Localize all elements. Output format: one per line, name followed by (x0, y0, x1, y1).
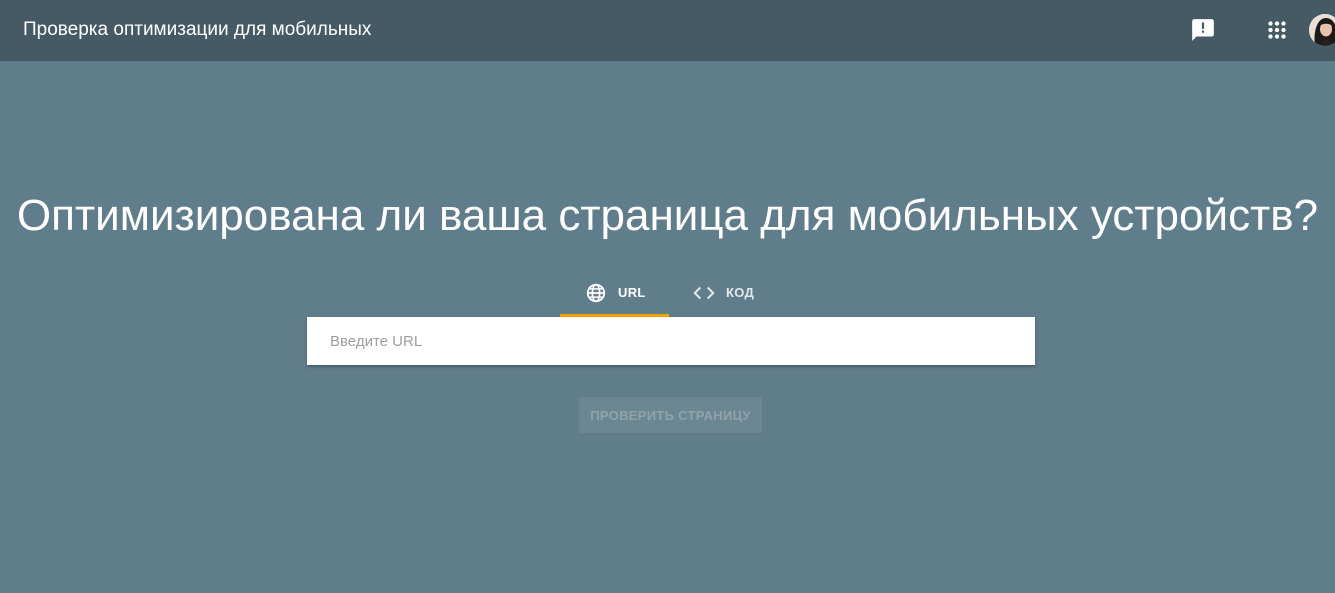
avatar-image (1309, 14, 1335, 46)
globe-icon (586, 283, 606, 303)
tab-url[interactable]: URL (560, 274, 669, 317)
page-headline: Оптимизирована ли ваша страница для моби… (16, 191, 1319, 240)
top-app-bar: Проверка оптимизации для мобильных (0, 0, 1335, 61)
apps-grid-icon (1268, 21, 1286, 39)
tab-url-label: URL (618, 285, 646, 300)
check-page-button[interactable]: ПРОВЕРИТЬ СТРАНИЦУ (579, 397, 762, 433)
code-icon (693, 286, 715, 300)
tab-code-label: КОД (726, 285, 755, 300)
app-window: Проверка оптимизации для мобильных Оптим… (0, 0, 1335, 593)
apps-button[interactable] (1264, 17, 1290, 43)
feedback-icon (1192, 19, 1214, 41)
app-title: Проверка оптимизации для мобильных (23, 19, 372, 40)
user-avatar[interactable] (1309, 14, 1335, 46)
url-input[interactable] (307, 317, 1035, 365)
feedback-button[interactable] (1190, 17, 1216, 43)
input-mode-tabs: URL КОД (560, 274, 776, 317)
tab-code[interactable]: КОД (680, 274, 776, 317)
